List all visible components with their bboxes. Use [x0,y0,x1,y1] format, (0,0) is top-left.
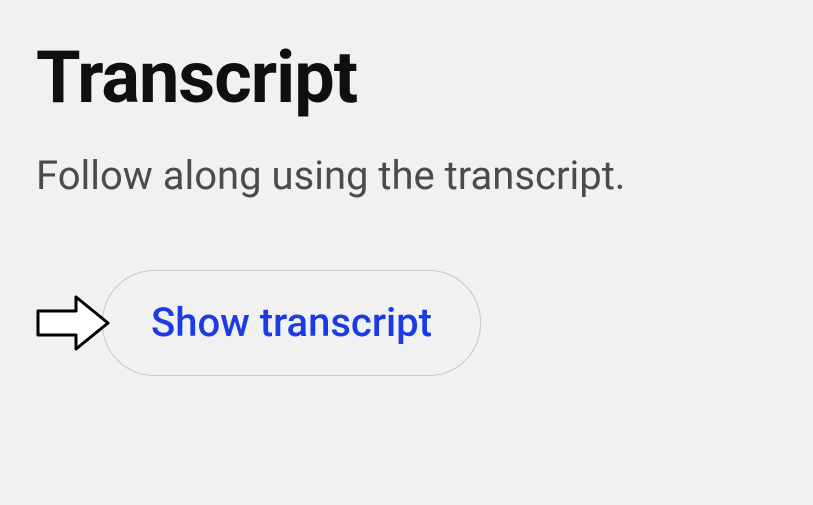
show-transcript-label: Show transcript [151,299,432,346]
show-transcript-button[interactable]: Show transcript [102,270,481,376]
button-row: Show transcript [36,270,777,376]
transcript-section: Transcript Follow along using the transc… [0,0,813,416]
arrow-right-icon [36,295,110,351]
section-title: Transcript [36,40,777,116]
section-subtitle: Follow along using the transcript. [36,152,777,200]
